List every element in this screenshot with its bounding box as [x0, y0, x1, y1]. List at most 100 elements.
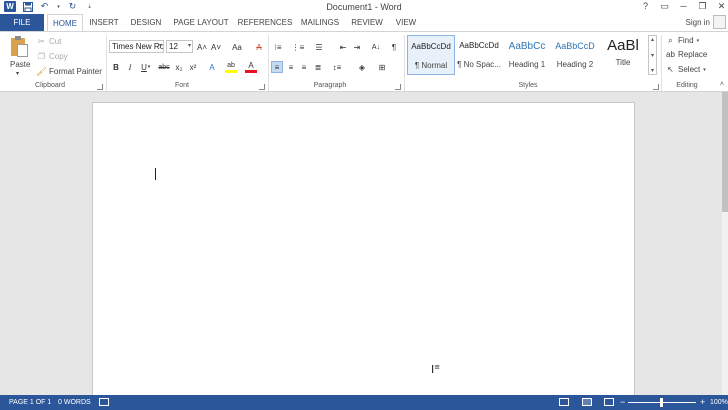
subscript-button[interactable]: x₂ [173, 61, 185, 73]
font-color-button[interactable]: A [245, 61, 257, 73]
style-name: Title [615, 58, 631, 67]
avatar[interactable] [713, 15, 726, 29]
ribbon: Paste ▾ ✂ Cut ❐ Copy 🖌 Format Painter Cl… [0, 31, 728, 92]
tab-insert[interactable]: INSERT [86, 14, 122, 31]
scrollbar-thumb[interactable] [722, 92, 728, 212]
page-count[interactable]: PAGE 1 OF 1 [9, 399, 51, 406]
zoom-in-icon[interactable]: + [700, 397, 705, 407]
borders-icon[interactable]: ⊞ [376, 61, 388, 73]
find-button[interactable]: ⌕ Find ▾ [666, 35, 700, 46]
chevron-down-icon[interactable]: ▾ [16, 70, 19, 77]
tab-design[interactable]: DESIGN [127, 14, 165, 31]
select-label: Select [678, 65, 701, 74]
decrease-indent-icon[interactable]: ⇤ [337, 41, 349, 53]
minimize-icon[interactable]: ─ [679, 1, 688, 12]
style-heading-1[interactable]: AaBbCc Heading 1 [503, 35, 551, 75]
superscript-button[interactable]: x² [187, 61, 199, 73]
justify-icon[interactable]: ≣ [312, 61, 324, 73]
font-size-select[interactable]: 12 ▾ [166, 40, 193, 53]
style-title[interactable]: AaBl Title [599, 35, 647, 75]
close-icon[interactable]: ✕ [717, 1, 726, 12]
align-center-icon[interactable]: ≡ [285, 61, 297, 73]
scissors-icon: ✂ [38, 37, 45, 46]
ribbon-display-options-icon[interactable]: ▭ [660, 1, 669, 12]
paintbrush-icon: 🖌 [36, 67, 47, 76]
text-effects-button[interactable]: A [206, 61, 218, 73]
group-divider [268, 35, 269, 91]
read-mode-icon[interactable] [559, 398, 569, 406]
increase-indent-icon[interactable]: ⇥ [351, 41, 363, 53]
change-case-button[interactable]: Aa [228, 41, 246, 53]
more-styles-icon[interactable]: ▾ [651, 67, 654, 74]
sort-icon[interactable]: A↓ [369, 41, 383, 53]
paragraph-group-label: Paragraph [313, 82, 347, 89]
clipboard-launcher-icon[interactable] [97, 84, 103, 90]
show-marks-button[interactable]: ¶ [388, 41, 400, 53]
line-spacing-icon[interactable]: ↕≡ [331, 61, 343, 73]
cut-button[interactable]: ✂ Cut [37, 37, 61, 46]
chevron-down-icon: ▾ [187, 43, 191, 49]
clipboard-group-label: Clipboard [35, 82, 65, 89]
zoom-out-icon[interactable]: − [620, 397, 625, 407]
font-launcher-icon[interactable] [259, 84, 265, 90]
font-family-select[interactable]: Times New Ro ▾ [109, 40, 164, 53]
chevron-down-icon: ▾ [158, 43, 162, 49]
chevron-down-icon[interactable]: ▾ [651, 52, 654, 59]
text-cursor [155, 168, 156, 180]
styles-gallery-scroll[interactable]: ▴ ▾ ▾ [648, 35, 657, 75]
shading-icon[interactable]: ◈ [356, 61, 368, 73]
copy-button[interactable]: ❐ Copy [37, 52, 68, 61]
bold-button[interactable]: B [110, 61, 122, 73]
zoom-level[interactable]: 100% [710, 399, 728, 406]
highlight-color-button[interactable]: ab [225, 61, 237, 73]
align-left-icon[interactable]: ≡ [271, 61, 283, 73]
tab-references[interactable]: REFERENCES [237, 14, 293, 31]
collapse-ribbon-icon[interactable]: ˄ [720, 81, 724, 88]
paragraph-launcher-icon[interactable] [395, 84, 401, 90]
tab-view[interactable]: VIEW [392, 14, 420, 31]
vertical-scrollbar[interactable] [722, 92, 728, 395]
paste-label: Paste [10, 60, 31, 69]
multilevel-list-icon[interactable]: ☰ [313, 41, 325, 53]
tab-file[interactable]: FILE [0, 14, 44, 31]
find-label: Find [678, 36, 694, 45]
italic-button[interactable]: I [124, 61, 136, 73]
format-painter-button[interactable]: 🖌 Format Painter [36, 67, 102, 76]
styles-launcher-icon[interactable] [653, 84, 659, 90]
zoom-slider-thumb[interactable] [660, 398, 663, 407]
style-name: Heading 2 [556, 60, 594, 69]
replace-button[interactable]: ab Replace [666, 50, 707, 59]
binoculars-icon: ⌕ [668, 35, 673, 45]
sign-in-link[interactable]: Sign in [686, 18, 710, 27]
font-size-value: 12 [169, 42, 178, 51]
tab-page-layout[interactable]: PAGE LAYOUT [171, 14, 231, 31]
print-layout-icon[interactable] [582, 398, 592, 406]
strikethrough-button[interactable]: abc [157, 61, 171, 73]
chevron-up-icon[interactable]: ▴ [651, 36, 654, 43]
restore-icon[interactable]: ❐ [698, 1, 707, 12]
format-painter-label: Format Painter [49, 67, 102, 76]
chevron-down-icon: ▾ [696, 37, 700, 44]
replace-icon: ab [666, 50, 675, 59]
tab-mailings[interactable]: MAILINGS [298, 14, 342, 31]
shrink-font-button[interactable]: A˅ [210, 41, 222, 53]
grow-font-button[interactable]: A˄ [196, 41, 208, 53]
style-sample: AaBbCcD [555, 41, 595, 51]
proofing-icon[interactable] [99, 398, 109, 406]
web-layout-icon[interactable] [604, 398, 614, 406]
ibeam-cursor-icon: I≡ [431, 363, 441, 376]
bullets-icon[interactable]: ⁝≡ [272, 41, 284, 53]
help-icon[interactable]: ? [641, 1, 650, 12]
numbering-icon[interactable]: ⋮≡ [292, 41, 305, 53]
word-count[interactable]: 0 WORDS [58, 399, 91, 406]
clear-formatting-button[interactable]: A [253, 41, 265, 53]
style-no-spacing[interactable]: AaBbCcDd ¶ No Spac... [455, 35, 503, 75]
tab-review[interactable]: REVIEW [349, 14, 385, 31]
chevron-down-icon[interactable]: ▾ [146, 61, 152, 73]
style-normal[interactable]: AaBbCcDd ¶ Normal [407, 35, 455, 75]
tab-home[interactable]: HOME [47, 14, 83, 32]
style-heading-2[interactable]: AaBbCcD Heading 2 [551, 35, 599, 75]
align-right-icon[interactable]: ≡ [298, 61, 310, 73]
select-button[interactable]: ↖ Select ▾ [666, 65, 706, 74]
document-page[interactable]: I≡ [92, 102, 635, 402]
